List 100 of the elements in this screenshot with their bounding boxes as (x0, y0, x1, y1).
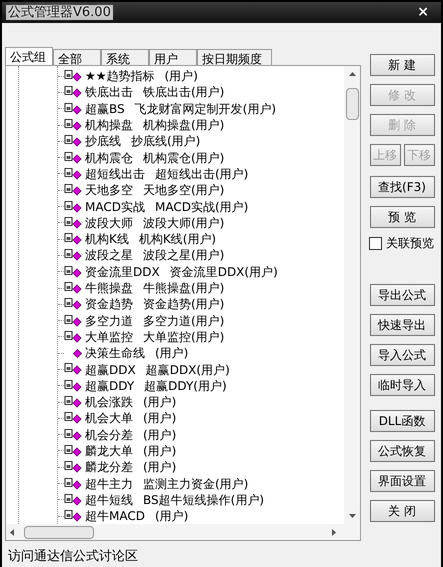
formula-name: 机构操盘 (85, 117, 133, 134)
locked-formula-icon (64, 478, 82, 490)
formula-name: 铁底出击 (85, 84, 133, 102)
scroll-up-icon[interactable] (348, 72, 356, 76)
tree-item[interactable]: 机会涨跌 (用户) (6, 394, 344, 410)
formula-description: 机构操盘(用户) (143, 117, 224, 134)
locked-formula-icon (64, 216, 82, 229)
action-button[interactable]: 界面设置 (370, 470, 434, 492)
tree-item[interactable]: 机构震仓 机构震仓(用户) (6, 149, 344, 166)
scroll-down-icon[interactable] (348, 514, 356, 518)
tree-item[interactable]: 超赢DDX 超赢DDX(用户) (6, 361, 344, 378)
locked-formula-icon (64, 184, 82, 196)
locked-formula-icon (64, 135, 82, 148)
vertical-scrollbar[interactable] (344, 66, 360, 524)
formula-description: (用户) (155, 345, 188, 362)
formula-description: 波段大师(用户) (143, 214, 224, 232)
tree-item[interactable]: 波段之星 波段之星(用户) (6, 247, 344, 264)
formula-description: 资金流里DDX(用户) (170, 264, 278, 281)
formula-description: BS超牛短线操作(用户) (143, 492, 264, 509)
tree-item[interactable]: 波段大师 波段大师(用户) (6, 214, 344, 231)
formula-name: 资金趋势 (85, 296, 133, 314)
formula-description: 大单监控(用户) (143, 328, 224, 346)
formula-name: 超牛主力 (85, 476, 133, 493)
locked-formula-icon (64, 119, 82, 132)
action-button[interactable]: 导入公式 (370, 344, 434, 366)
tree-item[interactable]: 超赢DDY 超赢DDY(用户) (6, 378, 344, 394)
formula-description: (用户) (143, 394, 176, 412)
tree-item[interactable]: 麟龙大单 (用户) (6, 442, 344, 460)
tree-item[interactable]: 大单监控 大单监控(用户) (6, 328, 344, 346)
checkbox[interactable] (369, 236, 382, 250)
locked-formula-icon (64, 233, 82, 246)
tree-item[interactable]: 超牛MACD (用户) (6, 508, 344, 524)
formula-name: 超赢DDY (85, 378, 134, 395)
tree-item[interactable]: 多空力道 多空力道(用户) (6, 312, 344, 329)
locked-formula-icon (64, 363, 82, 376)
tree-item[interactable]: 机会大单 (用户) (6, 410, 344, 427)
tab[interactable]: 公式组 (5, 47, 53, 65)
tree-item[interactable]: MACD实战 MACD实战(用户) (6, 198, 344, 215)
tree-item[interactable]: 机构操盘 机构操盘(用户) (6, 116, 344, 134)
locked-formula-icon (64, 396, 82, 408)
formula-name: MACD实战 (85, 198, 145, 216)
locked-formula-icon (64, 249, 82, 262)
tree-item[interactable]: ★★趋势指标 (用户) (6, 68, 344, 84)
formula-description: (用户) (143, 459, 176, 476)
action-button[interactable]: 导出公式 (370, 284, 434, 306)
formula-name: 机会大单 (85, 410, 133, 428)
tab[interactable]: 全部 (53, 49, 101, 65)
tree-item[interactable]: 机构K线 机构K线(用户) (6, 230, 344, 248)
formula-description: 飞龙财富网定制开发(用户) (134, 100, 276, 118)
action-button[interactable]: 临时导入 (370, 374, 434, 396)
formula-icon (73, 348, 82, 358)
tree-item[interactable]: 资金趋势 资金趋势(用户) (6, 296, 344, 312)
action-button[interactable]: 查找(F3) (370, 176, 434, 198)
formula-description: 抄底线(用户) (131, 133, 200, 150)
formula-description: (用户) (154, 508, 188, 524)
tree-item[interactable]: 超短线出击 超短线出击(用户) (6, 166, 344, 182)
horizontal-scrollbar[interactable] (6, 524, 360, 540)
formula-name: 天地多空 (85, 182, 133, 200)
tree-item[interactable]: 资金流里DDX 资金流里DDX(用户) (6, 264, 344, 280)
formula-description: 天地多空(用户) (143, 182, 224, 200)
formula-name: 超短线出击 (85, 166, 145, 183)
locked-formula-icon (64, 314, 82, 327)
formula-name: 多空力道 (85, 312, 133, 330)
locked-formula-icon (64, 70, 82, 82)
formula-name: ★★趋势指标 (85, 68, 155, 86)
tab[interactable]: 按日期频度 (197, 49, 272, 65)
scroll-right-icon[interactable] (332, 528, 336, 536)
tree-item[interactable]: 机会分差 (用户) (6, 426, 344, 443)
scroll-thumb[interactable] (346, 88, 358, 120)
tab[interactable]: 用户 (149, 49, 197, 65)
tree-item[interactable]: 超牛短线 BS超牛短线操作(用户) (6, 492, 344, 508)
formula-name: 机会涨跌 (85, 394, 133, 412)
tree-item[interactable]: 抄底线 抄底线(用户) (6, 133, 344, 150)
tab[interactable]: 系统 (101, 49, 149, 65)
formula-name: 抄底线 (85, 133, 121, 150)
tree-item[interactable]: 超牛主力 监测主力资金(用户) (6, 475, 344, 492)
formula-name: 牛熊操盘 (85, 280, 133, 298)
scroll-thumb[interactable] (24, 526, 94, 539)
tree-item[interactable]: 麟龙分差 (用户) (6, 459, 344, 476)
tree-item[interactable]: 天地多空 天地多空(用户) (6, 182, 344, 198)
action-button[interactable]: 关 闭 (370, 500, 434, 522)
scroll-left-icon[interactable] (10, 528, 14, 536)
formula-description: 超赢DDY(用户) (144, 378, 227, 395)
action-button[interactable]: 预 览 (370, 206, 434, 228)
tree-item[interactable]: 铁底出击 铁底出击(用户) (6, 84, 344, 101)
formula-description: 多空力道(用户) (143, 312, 224, 330)
action-button[interactable]: DLL函数 (370, 410, 434, 432)
action-button[interactable]: 快速导出 (370, 314, 434, 336)
formula-name: 超赢DDX (85, 362, 136, 378)
locked-formula-icon (64, 282, 82, 294)
action-button[interactable]: 公式恢复 (370, 440, 434, 462)
locked-formula-icon (64, 86, 82, 98)
tree-item[interactable]: 牛熊操盘 牛熊操盘(用户) (6, 280, 344, 296)
checkbox-label: 关联预览 (386, 235, 434, 252)
action-button[interactable]: 新 建 (370, 54, 434, 76)
close-button[interactable]: × (409, 2, 437, 23)
tree-item[interactable]: 决策生命线 (用户) (6, 345, 344, 362)
tree-item[interactable]: 超赢BS 飞龙财富网定制开发(用户) (6, 100, 344, 117)
formula-description: 机构震仓(用户) (143, 150, 224, 167)
formula-name: 资金流里DDX (85, 264, 160, 281)
